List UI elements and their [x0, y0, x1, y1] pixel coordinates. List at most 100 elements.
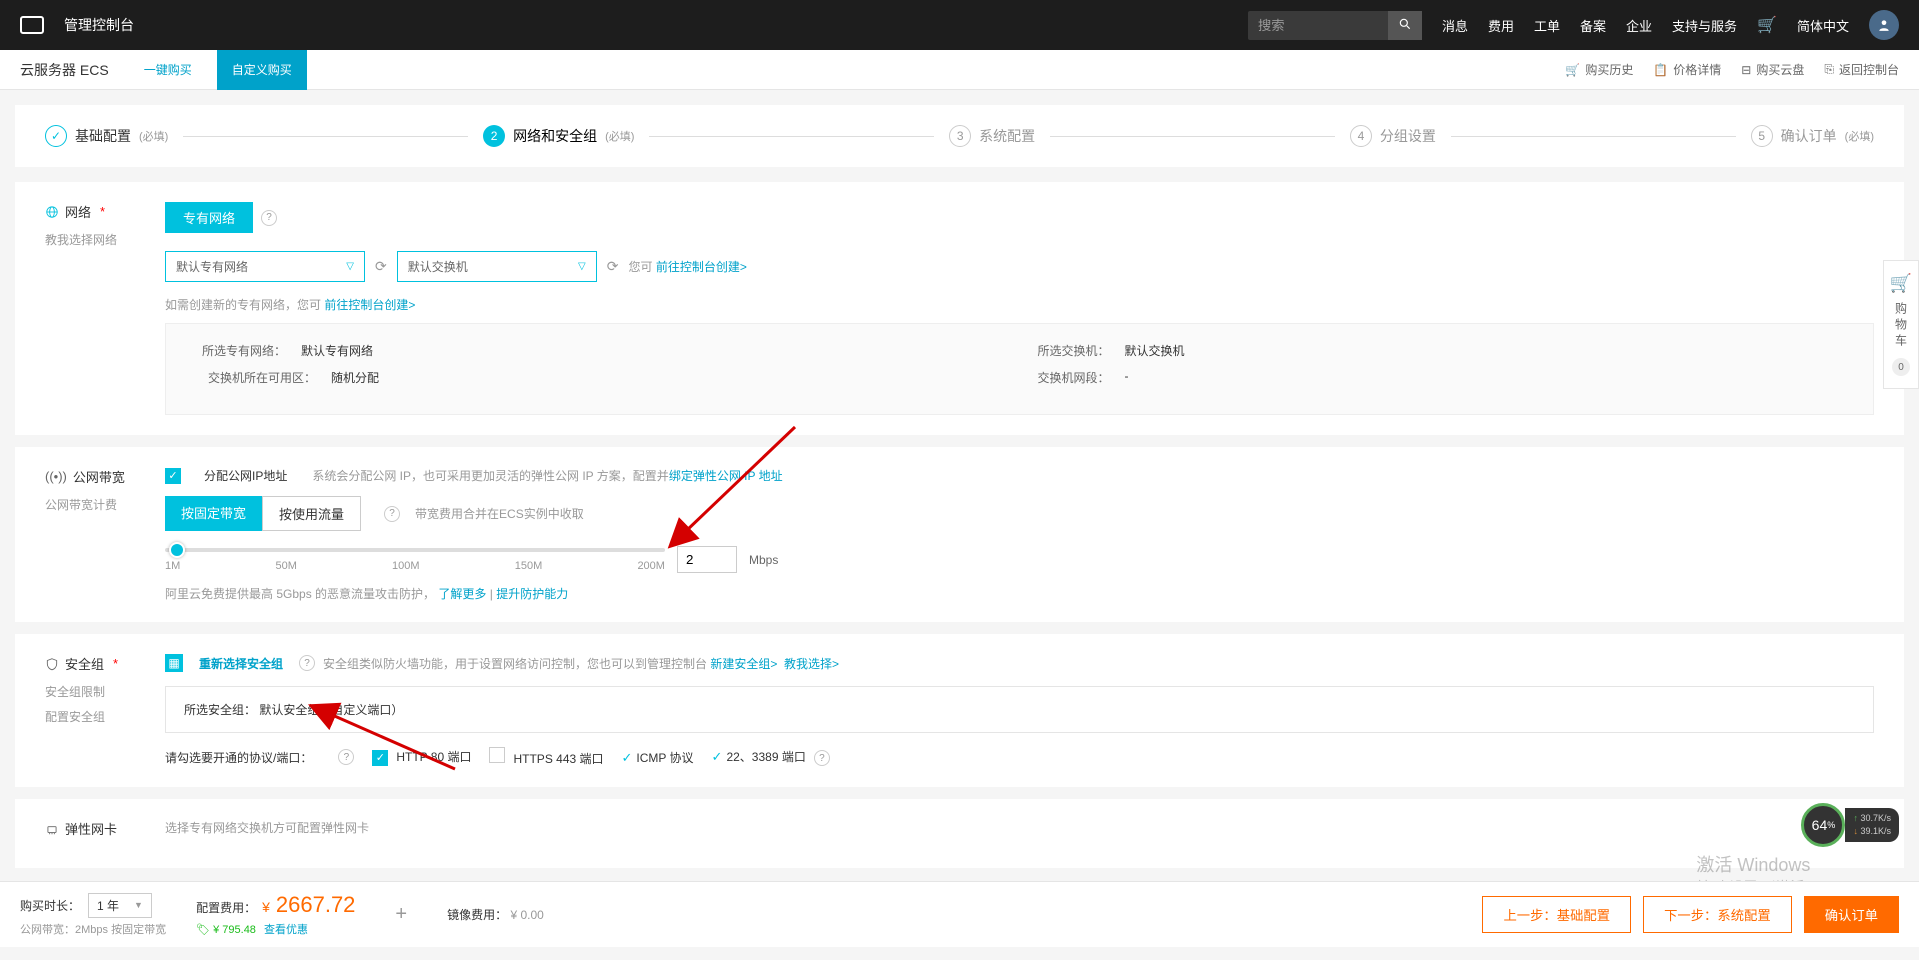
nav-record[interactable]: 备案: [1580, 16, 1606, 35]
info-val: 默认交换机: [1125, 342, 1185, 359]
required-mark: *: [100, 204, 105, 219]
nav-language[interactable]: 简体中文: [1797, 16, 1849, 35]
search-button[interactable]: [1388, 11, 1422, 40]
hint2: 如需创建新的专有网络，您可 前往控制台创建>: [165, 296, 1874, 313]
shield-icon: [45, 657, 59, 671]
select-row: 默认专有网络 ▽ ⟳ 默认交换机 ▽ ⟳ 您可 前往控制台创建>: [165, 251, 1874, 282]
subheader-left: 云服务器 ECS 一键购买 自定义购买: [20, 50, 307, 90]
divider: [649, 136, 934, 137]
help-icon[interactable]: ?: [384, 506, 400, 522]
bandwidth-input[interactable]: [677, 546, 737, 573]
tab-by-usage[interactable]: 按使用流量: [262, 496, 361, 531]
http-checkbox[interactable]: ✓: [372, 750, 388, 766]
nav-messages[interactable]: 消息: [1442, 16, 1468, 35]
next-button[interactable]: 下一步：系统配置: [1643, 896, 1792, 933]
config-price: 2667.72: [276, 892, 356, 918]
duration-val: 1 年: [97, 897, 119, 914]
logo-icon[interactable]: [20, 16, 44, 34]
tip: 系统会分配公网 IP，也可采用更加灵活的弹性公网 IP 方案，配置并绑定弹性公网…: [312, 467, 782, 484]
selected-val: 默认安全组（自定义端口）: [259, 703, 403, 717]
selected-sg-box: 所选安全组： 默认安全组（自定义端口）: [165, 686, 1874, 733]
vpc-select[interactable]: 默认专有网络 ▽: [165, 251, 365, 282]
help-icon[interactable]: ?: [261, 210, 277, 226]
tab-custom-buy[interactable]: 自定义购买: [217, 50, 307, 90]
help-icon[interactable]: ?: [338, 749, 354, 765]
section-side: 弹性网卡: [45, 819, 165, 848]
section-body: 专有网络 ? 默认专有网络 ▽ ⟳ 默认交换机 ▽ ⟳ 您可 前往控制台创建> …: [165, 202, 1874, 415]
cart-sidebar[interactable]: 🛒 购物车 0: [1883, 260, 1919, 389]
link-history[interactable]: 🛒 购买历史: [1565, 61, 1633, 78]
step-system[interactable]: 3 系统配置: [949, 125, 1035, 147]
speed-meter[interactable]: 64% ↑ 30.7K/s ↓ 39.1K/s: [1801, 803, 1899, 847]
help-link[interactable]: 教我选择网络: [45, 231, 165, 248]
step-confirm[interactable]: 5 确认订单 (必填): [1751, 125, 1874, 147]
link-disk[interactable]: ⊟ 购买云盘: [1741, 61, 1804, 78]
reselect-link[interactable]: 重新选择安全组: [199, 655, 283, 672]
slider[interactable]: 1M 50M 100M 150M 200M: [165, 548, 665, 572]
https-checkbox[interactable]: [489, 747, 505, 763]
port-ssh: ✓22、3389 端口?: [712, 748, 830, 767]
confirm-button[interactable]: 确认订单: [1804, 896, 1899, 933]
nav-support[interactable]: 支持与服务: [1672, 16, 1737, 35]
port-http: ✓HTTP 80 端口: [372, 748, 471, 766]
avatar[interactable]: [1869, 10, 1899, 40]
switch-select[interactable]: 默认交换机 ▽: [397, 251, 597, 282]
learn-more-link[interactable]: 了解更多: [438, 587, 486, 601]
tab-fixed-bandwidth[interactable]: 按固定带宽: [165, 496, 262, 531]
info-col: 所选交换机：默认交换机 交换机网段：-: [1020, 342, 1844, 396]
step-label: 分组设置: [1380, 126, 1436, 146]
refresh-icon[interactable]: ⟳: [375, 258, 387, 275]
create-link[interactable]: 前往控制台创建>: [656, 260, 747, 274]
eip-link[interactable]: 绑定弹性公网 IP 地址: [669, 469, 783, 483]
save-link[interactable]: 查看优惠: [264, 924, 308, 936]
subnote: 公网带宽计费: [45, 496, 165, 513]
step-group[interactable]: 4 分组设置: [1350, 125, 1436, 147]
pct: %: [1827, 820, 1835, 830]
image-price: 0.00: [520, 908, 543, 922]
port-label: ICMP 协议: [636, 751, 693, 765]
product-title: 云服务器 ECS: [20, 60, 109, 80]
nav-ticket[interactable]: 工单: [1534, 16, 1560, 35]
bottom-left: 购买时长： 1 年 ▼ 公网带宽：2Mbps 按固定带宽 配置费用： ¥ 266…: [20, 892, 544, 937]
hint: 您可 前往控制台创建>: [628, 258, 746, 275]
bw-summary: 公网带宽：2Mbps 按固定带宽: [20, 921, 166, 937]
new-sg-link[interactable]: 新建安全组>: [710, 657, 777, 671]
billing-tip: 带宽费用合并在ECS实例中收取: [415, 505, 584, 522]
help-me-link[interactable]: 教我选择>: [784, 657, 839, 671]
section-body: 选择专有网络交换机方可配置弹性网卡: [165, 819, 1874, 848]
refresh-icon[interactable]: ⟳: [607, 258, 619, 275]
info-row: 所选交换机：默认交换机: [1020, 342, 1844, 359]
divider: [183, 136, 468, 137]
title-text: 弹性网卡: [65, 819, 117, 838]
create-link2[interactable]: 前往控制台创建>: [324, 298, 415, 312]
slider-thumb[interactable]: [169, 542, 185, 558]
tab-quick-buy[interactable]: 一键购买: [129, 50, 207, 90]
duration-select[interactable]: 1 年 ▼: [88, 893, 152, 918]
title-text: 安全组: [65, 654, 104, 673]
nav-enterprise[interactable]: 企业: [1626, 16, 1652, 35]
link-back[interactable]: ⎘ 返回控制台: [1824, 61, 1899, 78]
selected-label: 所选安全组：: [184, 703, 256, 717]
help-icon[interactable]: ?: [814, 750, 830, 766]
link-price[interactable]: 📋 价格详情: [1653, 61, 1721, 78]
section-side: ((•)) 公网带宽 公网带宽计费: [45, 467, 165, 602]
sub2[interactable]: 配置安全组: [45, 708, 165, 725]
steps-bar: ✓ 基础配置 (必填) 2 网络和安全组 (必填) 3 系统配置 4 分组设置 …: [15, 105, 1904, 167]
assign-ip-checkbox[interactable]: ✓: [165, 468, 181, 484]
vpc-button[interactable]: 专有网络: [165, 202, 253, 233]
percent: 64: [1812, 817, 1828, 833]
upgrade-link[interactable]: 提升防护能力: [496, 587, 568, 601]
section-side: 安全组* 安全组限制 配置安全组: [45, 654, 165, 767]
nav-fee[interactable]: 费用: [1488, 16, 1514, 35]
step-basic[interactable]: ✓ 基础配置 (必填): [45, 125, 168, 147]
prev-button[interactable]: 上一步：基础配置: [1482, 896, 1631, 933]
search-input[interactable]: [1248, 12, 1388, 39]
sub1[interactable]: 安全组限制: [45, 683, 165, 700]
help-icon[interactable]: ?: [299, 655, 315, 671]
cart-icon[interactable]: 🛒: [1757, 15, 1777, 35]
chevron-down-icon: ▽: [578, 261, 586, 272]
step-network[interactable]: 2 网络和安全组 (必填): [483, 125, 634, 147]
section-nic: 弹性网卡 选择专有网络交换机方可配置弹性网卡: [15, 799, 1904, 868]
slider-ticks: 1M 50M 100M 150M 200M: [165, 560, 665, 572]
subheader-right: 🛒 购买历史 📋 价格详情 ⊟ 购买云盘 ⎘ 返回控制台: [1565, 61, 1899, 78]
